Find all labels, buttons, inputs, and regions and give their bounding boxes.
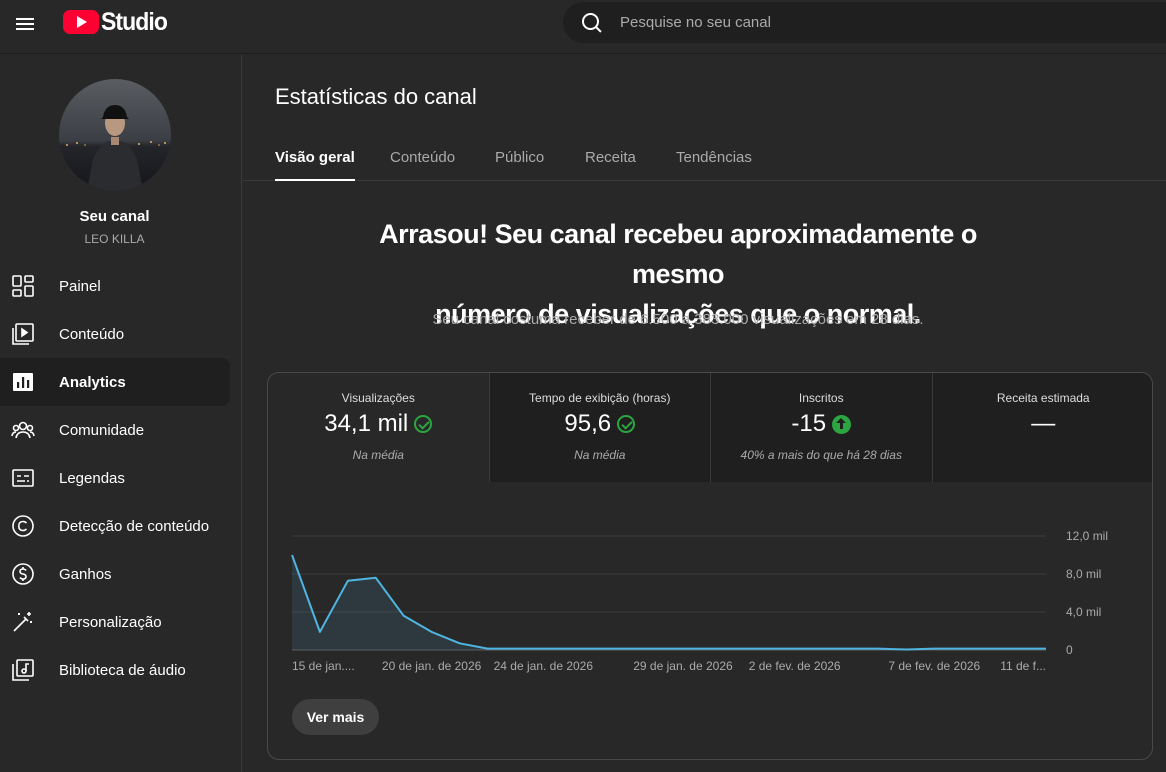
metric-value: 95,6 (564, 410, 612, 437)
arrow-up-icon (832, 414, 852, 434)
analytics-icon (13, 373, 33, 391)
search-input[interactable] (620, 14, 1140, 31)
y-tick-label: 8,0 mil (1066, 567, 1101, 581)
sidebar-item-painel[interactable]: Painel (0, 262, 230, 310)
tab-tendencias[interactable]: Tendências (676, 149, 752, 181)
sidebar-item-conteudo[interactable]: Conteúdo (0, 310, 230, 358)
metric-label: Inscritos (798, 391, 844, 405)
metric-watch-time[interactable]: Tempo de exibição (horas) 95,6 Na média (489, 373, 711, 482)
sidebar-item-analytics[interactable]: Analytics (0, 358, 230, 406)
dashboard-icon (12, 275, 34, 297)
headline-subtext: Seu canal costuma receber de 6.500 a 383… (432, 311, 924, 328)
sidebar-item-label: Legendas (59, 469, 125, 487)
chart-area-fill (292, 555, 1046, 650)
sidebar-item-ganhos[interactable]: Ganhos (0, 550, 230, 598)
sidebar-item-label: Conteúdo (59, 325, 125, 343)
subtitles-icon (12, 469, 34, 487)
sidebar-item-personalizacao[interactable]: Personalização (0, 598, 230, 646)
studio-logo[interactable]: Studio (63, 7, 173, 36)
views-chart[interactable]: 0 4,0 mil 8,0 mil 12,0 mil 15 de jan.... 20 d… (268, 482, 1153, 687)
channel-name: LEO KILLA (84, 232, 145, 246)
logo-text: Studio (101, 7, 168, 36)
metric-value: -15 (791, 410, 827, 437)
headline-line: Arrasou! Seu canal recebeu aproximadamen… (379, 219, 977, 289)
metric-value: — (1031, 410, 1056, 437)
metric-label: Tempo de exibição (horas) (529, 391, 671, 405)
metric-value: 34,1 mil (324, 410, 409, 437)
metric-subscribers[interactable]: Inscritos -15 40% a mais do que há 28 di… (711, 373, 933, 482)
customization-icon (13, 612, 32, 632)
sidebar-item-label: Biblioteca de áudio (59, 661, 186, 679)
top-bar: Studio (0, 0, 1166, 54)
main-content: Estatísticas do canal Visão geral Conteú… (243, 55, 1166, 772)
channel-title: Seu canal (79, 208, 150, 225)
sidebar-item-legendas[interactable]: Legendas (0, 454, 230, 502)
audio-library-icon (12, 659, 34, 681)
tab-receita[interactable]: Receita (585, 149, 636, 181)
tab-visao-geral[interactable]: Visão geral (275, 149, 355, 181)
metric-note: 40% a mais do que há 28 dias (740, 448, 902, 462)
sidebar-item-label: Analytics (59, 373, 126, 391)
sidebar-item-label: Comunidade (59, 421, 145, 439)
x-tick-label: 11 de f... (1000, 659, 1046, 673)
y-tick-label: 12,0 mil (1066, 529, 1108, 543)
metric-revenue[interactable]: Receita estimada — (932, 373, 1153, 482)
metric-tabs: Visualizações 34,1 mil Na média Tempo de… (268, 373, 1153, 482)
avatar[interactable] (59, 79, 171, 191)
tab-publico[interactable]: Público (495, 149, 544, 181)
y-tick-label: 0 (1066, 643, 1073, 657)
metric-note: Na média (352, 448, 404, 462)
sidebar-nav: Painel Conteúdo Analytics Comunidade Leg… (0, 262, 242, 694)
sidebar-item-biblioteca[interactable]: Biblioteca de áudio (0, 646, 230, 694)
metric-value-row: — (933, 410, 1153, 438)
sidebar: Seu canal LEO KILLA Painel Conteúdo Anal… (0, 55, 242, 772)
earn-icon (12, 563, 34, 585)
x-tick-label: 20 de jan. de 2026 (382, 659, 482, 673)
youtube-logo-icon (63, 10, 99, 34)
copyright-icon (12, 515, 34, 537)
metric-note: Na média (574, 448, 626, 462)
search-icon[interactable] (581, 12, 603, 34)
tab-bar: Visão geral Conteúdo Público Receita Ten… (243, 135, 1166, 181)
x-tick-label: 15 de jan.... (292, 659, 355, 673)
metric-label: Visualizações (341, 391, 415, 405)
sidebar-item-label: Detecção de conteúdo (59, 517, 210, 535)
check-circle-icon (414, 415, 433, 433)
sidebar-item-comunidade[interactable]: Comunidade (0, 406, 230, 454)
metric-value-row: 34,1 mil (268, 410, 489, 438)
x-tick-label: 29 de jan. de 2026 (633, 659, 733, 673)
page-title: Estatísticas do canal (275, 84, 477, 109)
community-icon (11, 421, 35, 439)
x-tick-label: 2 de fev. de 2026 (749, 659, 841, 673)
metric-value-row: 95,6 (490, 410, 711, 438)
x-tick-label: 24 de jan. de 2026 (494, 659, 594, 673)
see-more-button[interactable]: Ver mais (292, 699, 379, 735)
sidebar-item-label: Painel (59, 277, 101, 295)
check-circle-icon (617, 415, 636, 433)
metric-label: Receita estimada (996, 391, 1090, 405)
sidebar-item-label: Personalização (59, 613, 162, 631)
content-icon (12, 323, 34, 345)
search-bar (563, 2, 1166, 43)
tab-conteudo[interactable]: Conteúdo (390, 149, 455, 181)
x-tick-label: 7 de fev. de 2026 (888, 659, 980, 673)
y-tick-label: 4,0 mil (1066, 605, 1101, 619)
sidebar-item-deteccao[interactable]: Detecção de conteúdo (0, 502, 230, 550)
metric-value-row: -15 (711, 410, 932, 438)
metric-views[interactable]: Visualizações 34,1 mil Na média (268, 373, 490, 482)
overview-card: Visualizações 34,1 mil Na média Tempo de… (267, 372, 1153, 760)
menu-icon[interactable] (14, 12, 38, 36)
sidebar-item-label: Ganhos (59, 565, 112, 583)
